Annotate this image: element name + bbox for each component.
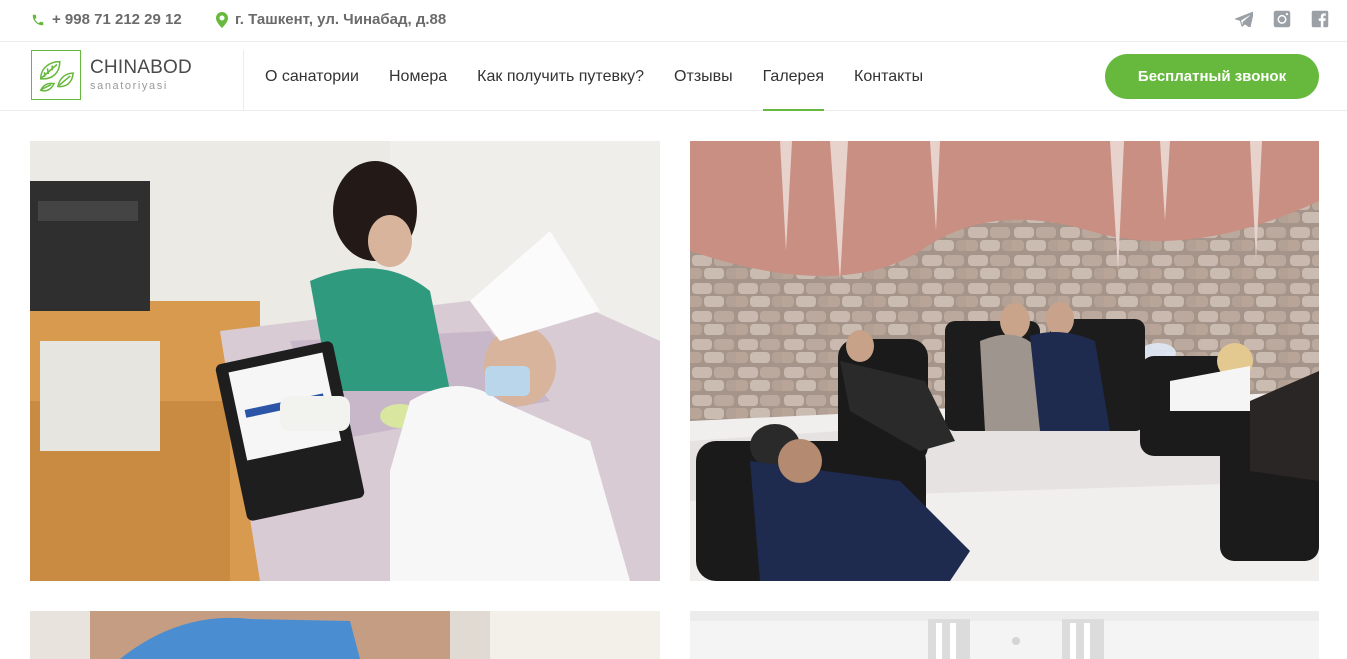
facebook-icon[interactable] [1310, 9, 1330, 29]
nav-item-gallery[interactable]: Галерея [762, 42, 825, 111]
nav-item-contacts[interactable]: Контакты [854, 42, 923, 111]
nav-item-reviews[interactable]: Отзывы [674, 42, 733, 111]
phone-contact[interactable]: + 998 71 212 29 12 [31, 11, 182, 28]
gallery-photo-doctor[interactable] [30, 611, 660, 659]
top-bar: + 998 71 212 29 12 г. Ташкент, ул. Чинаб… [0, 0, 1347, 42]
gallery-photo-hall[interactable] [690, 611, 1319, 659]
free-call-button[interactable]: Бесплатный звонок [1105, 54, 1319, 99]
nav-menu: О санатории Номера Как получить путевку?… [265, 42, 923, 111]
instagram-icon[interactable] [1272, 9, 1292, 29]
logo-text: CHINABOD sanatoriyasi [90, 58, 192, 93]
site-logo[interactable]: CHINABOD sanatoriyasi [31, 50, 244, 111]
gallery-photo-salt-cave[interactable] [690, 141, 1319, 581]
phone-number: + 998 71 212 29 12 [52, 11, 182, 28]
logo-subtitle: sanatoriyasi [90, 80, 168, 92]
nav-item-about[interactable]: О санатории [265, 42, 359, 111]
logo-name: CHINABOD [90, 57, 192, 78]
nav-item-voucher[interactable]: Как получить путевку? [477, 42, 644, 111]
nav-item-rooms[interactable]: Номера [389, 42, 447, 111]
gallery-photo-medical[interactable] [30, 141, 660, 581]
address-contact: г. Ташкент, ул. Чинабад, д.88 [216, 11, 446, 28]
telegram-icon[interactable] [1234, 9, 1254, 29]
address-text: г. Ташкент, ул. Чинабад, д.88 [235, 11, 447, 28]
location-pin-icon [216, 11, 228, 28]
phone-icon [31, 13, 45, 27]
leaves-logo-icon [31, 50, 81, 100]
social-links [1234, 9, 1330, 29]
main-navbar: CHINABOD sanatoriyasi О санатории Номера… [0, 42, 1347, 111]
